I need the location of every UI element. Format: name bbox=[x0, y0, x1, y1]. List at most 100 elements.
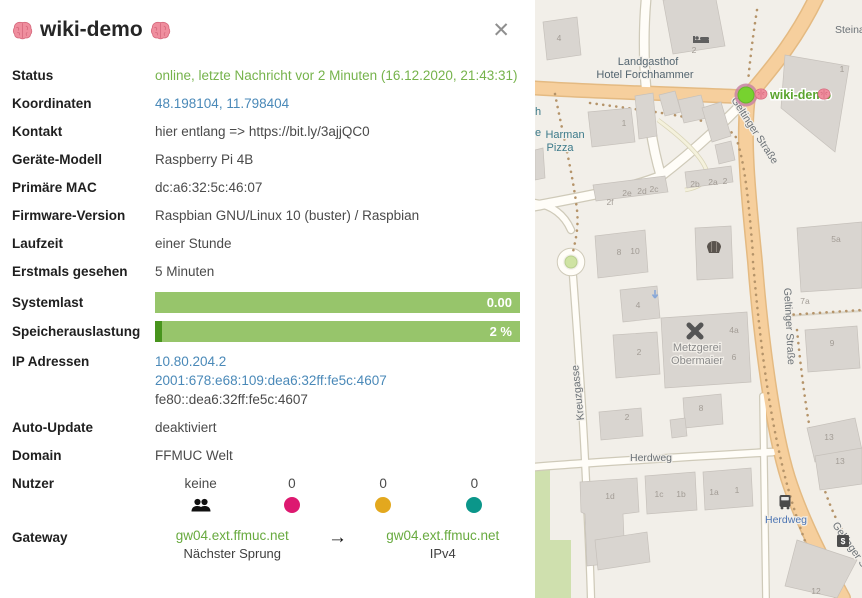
svg-text:1a: 1a bbox=[709, 487, 719, 497]
row-label: Koordinaten bbox=[12, 96, 155, 111]
svg-text:Metzgerei: Metzgerei bbox=[673, 342, 721, 354]
row-geraete-modell: Geräte-Modell Raspberry Pi 4B bbox=[12, 150, 520, 169]
firstseen-value: 5 Minuten bbox=[155, 262, 520, 281]
svg-text:Herdweg: Herdweg bbox=[630, 452, 672, 464]
svg-text:8: 8 bbox=[699, 403, 704, 413]
row-label: Laufzeit bbox=[12, 236, 155, 251]
memory-bar-value: 2 % bbox=[490, 321, 512, 342]
row-label: Gateway bbox=[12, 528, 155, 547]
node-title-text: wiki-demo bbox=[40, 18, 143, 42]
svg-text:Harman: Harman bbox=[545, 129, 584, 141]
svg-text:7a: 7a bbox=[800, 296, 810, 306]
svg-text:2d: 2d bbox=[637, 186, 647, 196]
svg-text:2e: 2e bbox=[622, 188, 632, 198]
teal-dot-icon bbox=[429, 495, 520, 515]
arrow-right-icon: → bbox=[310, 528, 366, 547]
row-label: Kontakt bbox=[12, 124, 155, 139]
ipv6-link[interactable]: 2001:678:e68:109:dea6:32ff:fe5c:4607 bbox=[155, 373, 387, 388]
ipv6-linklocal: fe80::dea6:32ff:fe5c:4607 bbox=[155, 390, 520, 409]
gateway-nexthop-col: gw04.ext.ffmuc.net Nächster Sprung bbox=[155, 528, 310, 561]
row-domain: Domain FFMUC Welt bbox=[12, 446, 520, 465]
row-firmware: Firmware-Version Raspbian GNU/Linux 10 (… bbox=[12, 206, 520, 225]
svg-text:1b: 1b bbox=[676, 489, 686, 499]
svg-text:Pizza: Pizza bbox=[547, 142, 575, 154]
svg-text:2: 2 bbox=[692, 45, 697, 55]
map-green-area bbox=[535, 540, 571, 598]
coordinates-link[interactable]: 48.198104, 11.798404 bbox=[155, 96, 289, 111]
brain-emoji-icon bbox=[12, 21, 33, 40]
row-label: Systemlast bbox=[12, 295, 155, 310]
bakery-icon bbox=[707, 241, 721, 253]
row-label: IP Adressen bbox=[12, 354, 155, 369]
brain-emoji-icon bbox=[755, 89, 767, 99]
row-laufzeit: Laufzeit einer Stunde bbox=[12, 234, 520, 253]
svg-text:8: 8 bbox=[617, 247, 622, 257]
node-marker-label[interactable]: wiki-demo bbox=[755, 88, 831, 102]
poi-pizza: Harman Pizza bbox=[545, 129, 584, 154]
contact-value: hier entlang => https://bit.ly/3ajjQC0 bbox=[155, 122, 520, 141]
domain-value: FFMUC Welt bbox=[155, 446, 520, 465]
svg-text:2b: 2b bbox=[690, 179, 700, 189]
map-canvas[interactable]: 4 2 1 1 2b 2a 2 2e 2d 2c 2f 8 10 4 2 4a … bbox=[535, 0, 862, 598]
status-value: online, letzte Nachricht vor 2 Minuten (… bbox=[155, 66, 520, 85]
ipv4-link[interactable]: 10.80.204.2 bbox=[155, 354, 226, 369]
bus-icon bbox=[780, 495, 791, 509]
svg-text:2f: 2f bbox=[606, 197, 614, 207]
svg-text:13: 13 bbox=[835, 456, 845, 466]
row-label: Nutzer bbox=[12, 476, 155, 491]
svg-text:1: 1 bbox=[622, 118, 627, 128]
svg-text:12: 12 bbox=[811, 586, 821, 596]
gateway-ipv4-col: gw04.ext.ffmuc.net IPv4 bbox=[366, 528, 521, 561]
svg-text:10: 10 bbox=[630, 246, 640, 256]
brain-emoji-icon bbox=[150, 21, 171, 40]
svg-text:5a: 5a bbox=[831, 234, 841, 244]
svg-text:1: 1 bbox=[735, 485, 740, 495]
svg-text:h: h bbox=[535, 106, 541, 118]
clients-other-count: 0 bbox=[429, 474, 520, 493]
clients-table: keine 0 0 0 bbox=[155, 474, 520, 515]
svg-text:4: 4 bbox=[636, 300, 641, 310]
row-erstmals-gesehen: Erstmals gesehen 5 Minuten bbox=[12, 262, 520, 281]
row-systemlast: Systemlast 0.00 bbox=[12, 292, 520, 313]
svg-text:Steinanger: Steinanger bbox=[835, 24, 862, 36]
node-marker[interactable] bbox=[735, 84, 758, 107]
svg-text:2: 2 bbox=[723, 176, 728, 186]
row-label: Domain bbox=[12, 448, 155, 463]
memory-bar: 2 % bbox=[155, 321, 520, 342]
pink-dot-icon bbox=[246, 495, 337, 515]
svg-text:4a: 4a bbox=[729, 325, 739, 335]
svg-text:9: 9 bbox=[830, 338, 835, 348]
row-koordinaten: Koordinaten 48.198104, 11.798404 bbox=[12, 94, 520, 113]
memory-bar-fill bbox=[155, 321, 162, 342]
row-label: Firmware-Version bbox=[12, 208, 155, 223]
svg-text:4: 4 bbox=[557, 33, 562, 43]
row-label: Status bbox=[12, 68, 155, 83]
gateway-ipv4-sub: IPv4 bbox=[366, 546, 521, 561]
svg-text:2: 2 bbox=[625, 412, 630, 422]
poi-bakery bbox=[707, 241, 721, 253]
svg-text:1c: 1c bbox=[655, 489, 665, 499]
node-title: wiki-demo bbox=[12, 18, 171, 42]
row-label: Speicherauslastung bbox=[12, 324, 155, 339]
row-nutzer: Nutzer keine 0 0 0 bbox=[12, 474, 520, 515]
clients-total-count: keine bbox=[155, 474, 246, 493]
clients-wifi5-count: 0 bbox=[338, 474, 429, 493]
svg-text:1: 1 bbox=[840, 64, 845, 74]
svg-text:2a: 2a bbox=[708, 177, 718, 187]
row-kontakt: Kontakt hier entlang => https://bit.ly/3… bbox=[12, 122, 520, 141]
gateway-nexthop-link[interactable]: gw04.ext.ffmuc.net bbox=[176, 528, 289, 543]
close-icon[interactable]: ✕ bbox=[492, 20, 510, 41]
svg-text:$: $ bbox=[841, 536, 846, 546]
svg-text:6: 6 bbox=[732, 352, 737, 362]
svg-text:Herdweg: Herdweg bbox=[765, 514, 807, 526]
gateway-ipv4-link[interactable]: gw04.ext.ffmuc.net bbox=[386, 528, 499, 543]
svg-text:Obermaier: Obermaier bbox=[671, 355, 723, 367]
svg-text:Geltinger Straße: Geltinger Straße bbox=[781, 288, 797, 366]
svg-text:Hotel Forchhammer: Hotel Forchhammer bbox=[596, 69, 694, 81]
row-label: Primäre MAC bbox=[12, 180, 155, 195]
svg-text:1d: 1d bbox=[605, 491, 615, 501]
svg-text:13: 13 bbox=[824, 432, 834, 442]
row-label: Erstmals gesehen bbox=[12, 264, 155, 279]
row-label: Auto-Update bbox=[12, 420, 155, 435]
gateway-nexthop-sub: Nächster Sprung bbox=[155, 546, 310, 561]
